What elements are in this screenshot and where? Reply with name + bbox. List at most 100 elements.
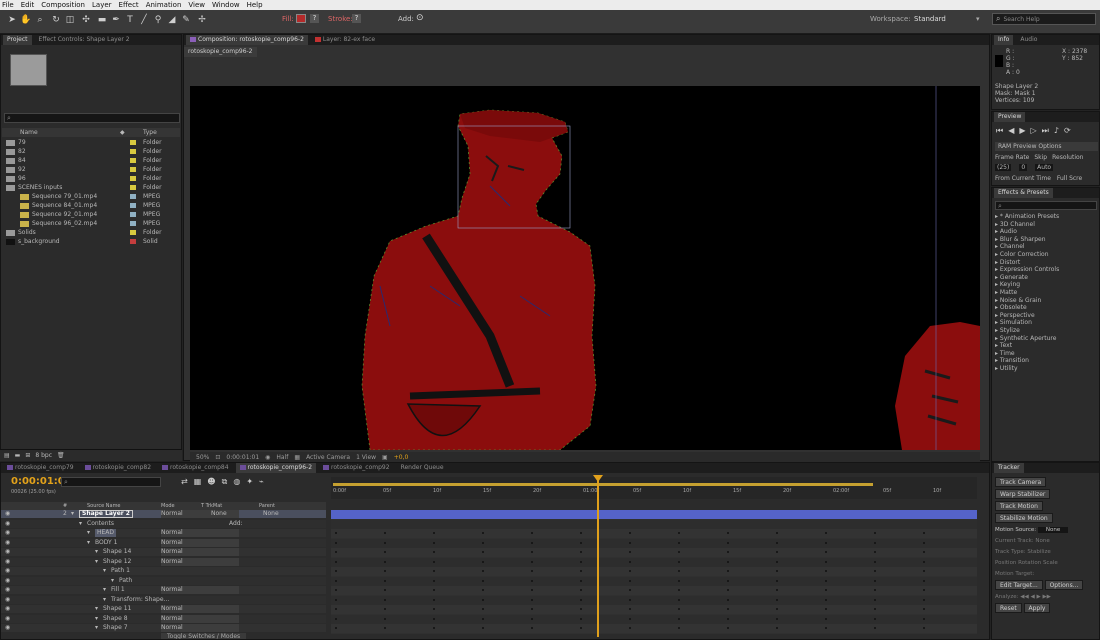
keyframe-icon[interactable] <box>580 627 582 629</box>
menu-item-view[interactable]: View <box>188 1 205 9</box>
composition-breadcrumb[interactable]: rotoskopie_comp96-2 <box>184 47 257 57</box>
keyframe-icon[interactable] <box>825 541 827 544</box>
keyframe-icon[interactable] <box>678 608 680 610</box>
project-item[interactable]: Sequence 96_02.mp4 MPEG <box>2 219 180 228</box>
column-type-header[interactable]: Type <box>143 128 157 137</box>
keyframe-icon[interactable] <box>825 598 827 601</box>
menu-item-animation[interactable]: Animation <box>146 1 182 9</box>
keyframe-icon[interactable] <box>776 570 778 572</box>
expand-arrow-icon[interactable]: ▾ <box>71 510 74 518</box>
keyframe-icon[interactable] <box>825 570 827 572</box>
layer-name[interactable]: Shape 11 <box>103 605 131 613</box>
motion-blur-icon[interactable]: ◍ <box>233 477 240 487</box>
frame-rate-select[interactable]: (25) <box>995 164 1012 171</box>
menu-item-window[interactable]: Window <box>212 1 240 9</box>
expand-arrow-icon[interactable]: ▾ <box>95 548 98 556</box>
keyframe-icon[interactable] <box>629 627 631 629</box>
keyframe-icon[interactable] <box>531 551 533 553</box>
expand-arrow-icon[interactable]: ▾ <box>87 529 90 537</box>
visibility-eye-icon[interactable]: ◉ <box>5 548 10 556</box>
workspace-select[interactable]: Standard <box>914 15 946 23</box>
visibility-eye-icon[interactable]: ◉ <box>5 596 10 604</box>
keyframe-icon[interactable] <box>727 551 729 553</box>
apply-button[interactable]: Apply <box>1023 603 1051 613</box>
keyframe-icon[interactable] <box>629 608 631 610</box>
timeline-tab[interactable]: Render Queue <box>397 463 448 473</box>
rotate-tool-icon[interactable]: ↻ <box>50 14 62 26</box>
layer-name[interactable]: Transform: Shape... <box>111 596 169 604</box>
track-row[interactable] <box>331 529 977 538</box>
keyframe-icon[interactable] <box>678 617 680 620</box>
clone-tool-icon[interactable]: ⚲ <box>152 14 164 26</box>
keyframe-icon[interactable] <box>482 598 484 601</box>
layer-name[interactable]: Path <box>119 577 132 585</box>
label-color-swatch[interactable] <box>130 140 136 145</box>
track-row[interactable] <box>331 624 977 633</box>
keyframe-icon[interactable] <box>384 541 386 544</box>
track-row[interactable] <box>331 605 977 614</box>
keyframe-icon[interactable] <box>433 570 435 572</box>
keyframe-icon[interactable] <box>678 551 680 553</box>
track-row[interactable] <box>331 586 977 595</box>
layer-name[interactable]: Shape 8 <box>103 615 128 623</box>
layer-name[interactable]: Fill 1 <box>111 586 125 594</box>
column-name-header[interactable]: Name <box>20 128 38 137</box>
keyframe-icon[interactable] <box>923 532 925 534</box>
visibility-eye-icon[interactable]: ◉ <box>5 539 10 547</box>
effects-category[interactable]: ▸ Audio <box>995 228 1099 236</box>
layer-name[interactable]: Path 1 <box>111 567 130 575</box>
label-column-icon[interactable]: ◆ <box>120 128 125 137</box>
keyframe-icon[interactable] <box>580 551 582 553</box>
keyframe-icon[interactable] <box>433 532 435 534</box>
keyframe-icon[interactable] <box>874 627 876 629</box>
keyframe-icon[interactable] <box>727 541 729 544</box>
keyframe-icon[interactable] <box>727 608 729 610</box>
keyframe-icon[interactable] <box>482 541 484 544</box>
keyframe-icon[interactable] <box>629 532 631 534</box>
keyframe-icon[interactable] <box>678 570 680 572</box>
keyframe-icon[interactable] <box>678 589 680 591</box>
keyframe-icon[interactable] <box>531 541 533 544</box>
brainstorm-icon[interactable]: ✦ <box>246 477 253 487</box>
new-folder-icon[interactable]: ▬ <box>15 452 21 459</box>
label-color-swatch[interactable] <box>130 185 136 190</box>
visibility-eye-icon[interactable]: ◉ <box>5 520 10 528</box>
track-row[interactable] <box>331 567 977 576</box>
keyframe-icon[interactable] <box>433 608 435 610</box>
effects-category[interactable]: ▸ Channel <box>995 243 1099 251</box>
keyframe-icon[interactable] <box>335 532 337 534</box>
keyframe-icon[interactable] <box>874 541 876 544</box>
view-layout-select[interactable]: 1 View <box>356 454 376 461</box>
project-item[interactable]: Solids Folder <box>2 228 180 237</box>
timeline-tab[interactable]: rotoskopie_comp96-2 <box>235 463 317 473</box>
track-row[interactable] <box>331 576 977 586</box>
keyframe-icon[interactable] <box>874 570 876 572</box>
prev-frame-icon[interactable]: ◀ <box>1008 126 1014 136</box>
eraser-tool-icon[interactable]: ◢ <box>166 14 178 26</box>
expand-arrow-icon[interactable]: ▾ <box>95 558 98 566</box>
column-mode-header[interactable]: Mode <box>161 502 175 510</box>
keyframe-icon[interactable] <box>580 598 582 601</box>
layer-row[interactable]: ◉ ▾ Transform: Shape... <box>1 595 326 604</box>
tab-tracker[interactable]: Tracker <box>994 463 1024 473</box>
keyframe-icon[interactable] <box>776 608 778 610</box>
keyframe-icon[interactable] <box>629 551 631 553</box>
effects-category[interactable]: ▸ Generate <box>995 274 1099 282</box>
blend-mode-select[interactable]: Normal <box>161 548 239 556</box>
label-color-swatch[interactable] <box>130 230 136 235</box>
label-color-swatch[interactable] <box>130 239 136 244</box>
keyframe-icon[interactable] <box>629 579 631 582</box>
keyframe-icon[interactable] <box>825 608 827 610</box>
stroke-help-icon[interactable]: ? <box>352 14 361 23</box>
timeline-tab[interactable]: rotoskopie_comp84 <box>158 463 233 473</box>
type-tool-icon[interactable]: T <box>124 14 136 26</box>
column-source-name-header[interactable]: Source Name <box>87 502 121 510</box>
keyframe-icon[interactable] <box>825 579 827 582</box>
keyframe-icon[interactable] <box>384 579 386 582</box>
project-item[interactable]: Sequence 92_01.mp4 MPEG <box>2 210 180 219</box>
tab-effect-controls[interactable]: Effect Controls: Shape Layer 2 <box>35 35 134 45</box>
timeline-tab[interactable]: rotoskopie_comp79 <box>3 463 78 473</box>
keyframe-icon[interactable] <box>825 551 827 553</box>
track-area[interactable] <box>331 510 977 634</box>
add-content-button[interactable]: Add: <box>229 520 243 528</box>
